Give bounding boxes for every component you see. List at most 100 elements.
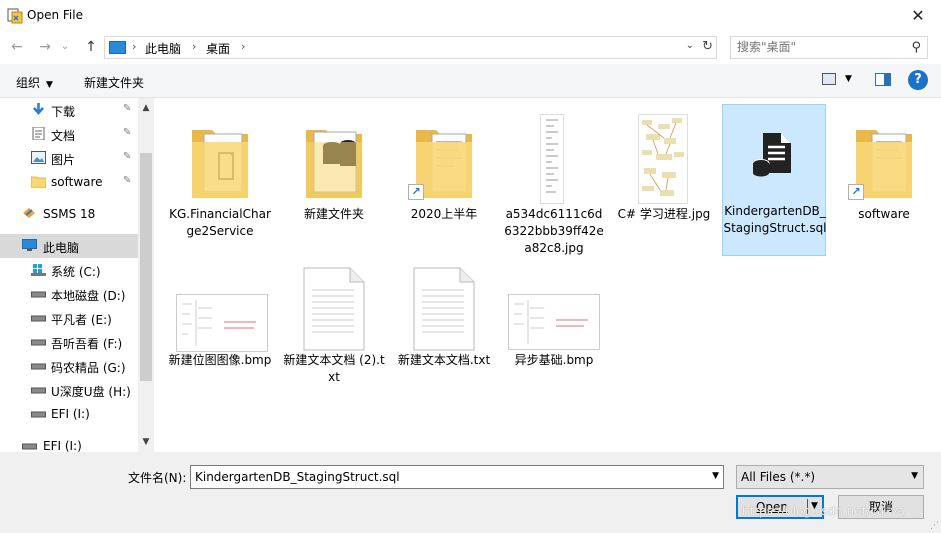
file-name: 新建位图图像.bmp [168,353,272,367]
pin-icon[interactable]: ✎ [123,103,131,114]
address-bar[interactable]: › 此电脑 › 桌面 › ⌄ ↻ [104,36,717,59]
view-options-caret-icon[interactable]: ▼ [845,74,852,84]
resize-grip-icon[interactable]: ⋰ [930,521,939,531]
sidebar-item-downloads[interactable]: 下载 ✎ [0,98,138,122]
view-options-icon[interactable] [822,73,836,85]
sidebar-item-drive-c[interactable]: 系统 (C:) [0,258,138,282]
sidebar-item-label: U深度U盘 (H:) [51,385,131,399]
sidebar-item-software[interactable]: software ✎ [0,170,138,194]
arrow-up-icon: ↑ [85,39,97,55]
file-type-select[interactable]: All Files (*.*) ▼ [736,465,924,489]
sidebar-item-label: EFI (I:) [43,439,82,453]
sidebar-item-ssms[interactable]: SSMS 18 [0,202,138,226]
organize-button[interactable]: 组织 ▼ [16,74,53,91]
dialog-footer: 文件名(N): KindergartenDB_StagingStruct.sql… [0,452,941,533]
file-name: software [858,207,910,221]
drive-icon [31,387,46,394]
file-item-async-basics-bmp[interactable]: 异步基础.bmp [502,266,606,418]
file-item-new-bitmap-bmp[interactable]: 新建位图图像.bmp [168,266,272,418]
pin-icon[interactable]: ✎ [123,127,131,138]
sidebar-item-this-pc[interactable]: 此电脑 [0,234,138,258]
pictures-icon [31,151,46,164]
sidebar-item-drive-d[interactable]: 本地磁盘 (D:) [0,282,138,306]
sidebar-scrollbar[interactable]: ▲ ▼ [138,98,154,452]
folder-icon [31,176,46,188]
sidebar-item-drive-g[interactable]: 码农精品 (G:) [0,354,138,378]
file-item-new-text-txt[interactable]: 新建文本文档.txt [392,266,496,418]
shortcut-arrow-icon: ↗ [408,184,424,200]
close-icon: ✕ [911,6,925,25]
sidebar-item-label: 文档 [51,129,76,143]
image-thumbnail-icon [540,114,564,204]
filename-value: KindergartenDB_StagingStruct.sql [195,470,400,484]
ssms-icon [23,208,35,218]
back-button[interactable]: ← [6,36,28,58]
file-item-2020-first-half[interactable]: ↗ 2020上半年 [392,106,496,258]
file-name: KG.FinancialCharge2Service [169,207,271,238]
preview-pane-icon[interactable] [875,73,891,86]
pin-icon[interactable]: ✎ [123,175,131,186]
sidebar-item-label: EFI (I:) [51,407,90,421]
sidebar-item-label: 系统 (C:) [51,265,101,279]
new-folder-button[interactable]: 新建文件夹 [84,74,144,91]
recent-locations-button[interactable]: ⌄ [58,36,72,58]
title-bar: Open File ✕ [0,0,941,32]
up-button[interactable]: ↑ [80,36,102,58]
sidebar-item-drive-f[interactable]: 吾听吾看 (F:) [0,330,138,354]
file-item-kindergartendb-sql[interactable]: KindergartenDB_StagingStruct.sql [722,104,827,256]
forward-button[interactable]: → [34,36,56,58]
breadcrumb-separator: › [192,40,197,53]
breadcrumb-this-pc[interactable]: 此电脑 [145,40,181,57]
breadcrumb-desktop[interactable]: 桌面 [206,40,230,57]
sidebar-item-drive-h[interactable]: U深度U盘 (H:) [0,378,138,402]
file-name: 新建文件夹 [303,207,364,221]
sidebar-item-drive-i[interactable]: EFI (I:) [0,402,138,426]
help-icon[interactable]: ? [908,70,928,90]
file-item-new-folder[interactable]: 新建文件夹 [282,106,386,258]
file-name: 新建文本文档.txt [397,353,491,367]
drive-icon [22,443,37,450]
sidebar-item-label: software [51,175,103,189]
file-item-kg-financialcharge2service[interactable]: KG.FinancialCharge2Service [168,106,272,258]
scroll-thumb[interactable] [140,153,152,381]
filename-field[interactable]: KindergartenDB_StagingStruct.sql ▼ [190,465,724,489]
chevron-down-icon: ▼ [911,471,918,481]
sidebar-item-drive-e[interactable]: 平凡者 (E:) [0,306,138,330]
sidebar-item-label: 图片 [51,153,76,167]
scroll-down-icon[interactable]: ▼ [138,434,154,450]
bmp-thumbnail-icon [176,294,268,352]
sidebar-item-label: 下载 [51,105,76,119]
command-toolbar: 组织 ▼ 新建文件夹 ▼ ? [0,64,941,98]
bmp-thumbnail-icon [508,294,600,350]
app-icon [7,8,23,24]
file-name: a534dc6111c6d6322bbb39ff42ea82c8.jpg [504,207,604,255]
navigation-pane: 下载 ✎ 文档 ✎ 图片 ✎ software ✎ SSMS 18 此电脑 系统… [0,98,154,453]
drive-icon [31,315,46,322]
pin-icon[interactable]: ✎ [123,151,131,162]
file-item-new-text-2-txt[interactable]: 新建文本文档 (2).txt [282,266,386,418]
file-item-a534dc-jpg[interactable]: a534dc6111c6d6322bbb39ff42ea82c8.jpg [502,106,606,258]
file-name: 异步基础.bmp [514,353,594,367]
close-button[interactable]: ✕ [895,0,941,32]
breadcrumb-separator: › [132,40,137,53]
refresh-icon[interactable]: ↻ [702,39,713,54]
address-dropdown-icon[interactable]: ⌄ [686,40,694,51]
arrow-right-icon: → [39,39,51,55]
search-icon[interactable]: ⚲ [911,40,921,55]
sidebar-item-label: 吾听吾看 (F:) [51,337,123,351]
image-thumbnail-icon [638,114,688,204]
file-item-csharp-learning-jpg[interactable]: C# 学习进程.jpg [612,106,716,258]
sidebar-item-documents[interactable]: 文档 ✎ [0,122,138,146]
sidebar-item-label: 平凡者 (E:) [51,313,112,327]
arrow-left-icon: ← [11,39,23,55]
sidebar-item-label: SSMS 18 [43,207,96,221]
folder-icon [192,130,248,198]
drive-icon [31,411,46,418]
file-name: 2020上半年 [410,207,478,221]
search-input[interactable] [737,40,902,54]
sidebar-item-pictures[interactable]: 图片 ✎ [0,146,138,170]
chevron-down-icon[interactable]: ▼ [712,471,719,481]
sidebar-item-label: 码农精品 (G:) [51,361,126,375]
scroll-up-icon[interactable]: ▲ [138,100,154,116]
file-item-software[interactable]: ↗ software [832,106,936,258]
